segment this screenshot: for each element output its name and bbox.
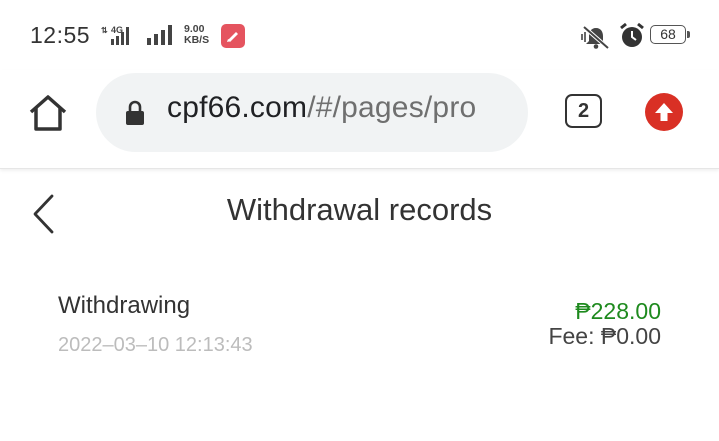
arrow-up-icon xyxy=(655,103,673,121)
list-item[interactable]: Withdrawing 2022–03–10 12:13:43 ₱228.00 … xyxy=(0,280,719,370)
page-header: Withdrawal records xyxy=(0,170,719,260)
record-amount: ₱228.00 xyxy=(575,298,661,324)
update-button[interactable] xyxy=(645,93,683,131)
lock-icon xyxy=(126,100,144,125)
back-arrow-icon[interactable] xyxy=(28,192,62,236)
page-title: Withdrawal records xyxy=(226,192,493,227)
app-notification-icon xyxy=(221,24,245,48)
speed-unit: KB/S xyxy=(184,34,210,46)
url-domain: cpf66.com xyxy=(167,91,308,124)
url-text[interactable]: cpf66.com/#/pages/pro xyxy=(167,91,513,125)
alarm-icon xyxy=(620,22,644,47)
vibrate-mute-icon xyxy=(581,25,610,50)
record-fee: Fee: ₱0.00 xyxy=(548,323,661,349)
tab-switcher-button[interactable]: 2 xyxy=(565,94,602,128)
address-bar[interactable]: cpf66.com/#/pages/pro xyxy=(96,73,528,152)
signal-4g-icon: ⇅ 4G xyxy=(101,25,129,45)
record-status: Withdrawing xyxy=(58,292,191,319)
svg-text:⇅: ⇅ xyxy=(101,26,108,35)
network-speed: 9.00 KB/S xyxy=(184,24,209,46)
home-icon[interactable] xyxy=(27,92,69,134)
signal-bars-icon xyxy=(147,25,172,45)
browser-toolbar: cpf66.com/#/pages/pro 2 xyxy=(0,70,719,169)
status-time: 12:55 xyxy=(30,22,91,48)
battery-indicator: 68 xyxy=(650,25,690,44)
record-date: 2022–03–10 12:13:43 xyxy=(58,334,253,356)
status-bar: 12:55 ⇅ 4G 9.00 KB/S 68 xyxy=(0,0,719,70)
url-path: /#/pages/pro xyxy=(307,91,477,124)
